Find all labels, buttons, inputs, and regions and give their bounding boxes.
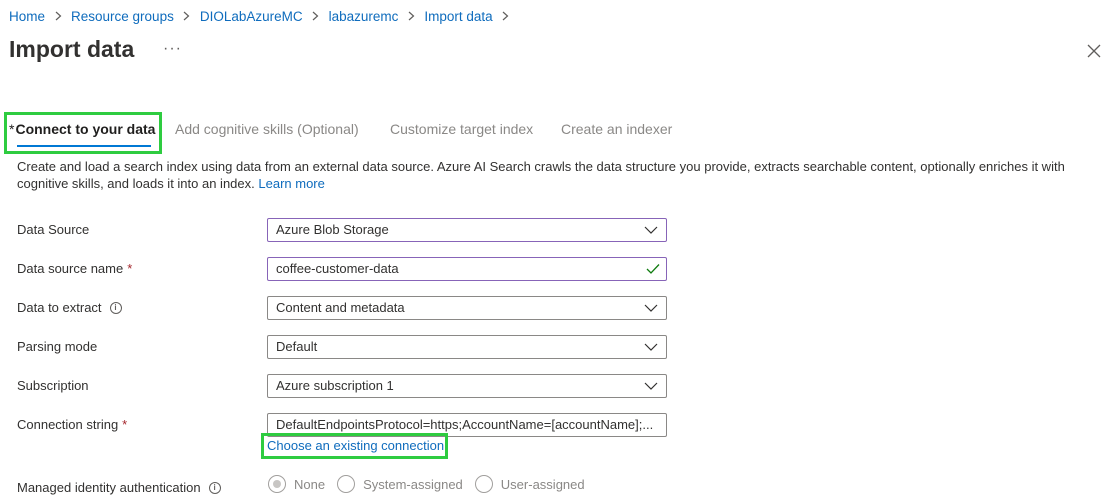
radio-label: User-assigned: [500, 476, 585, 492]
data-to-extract-value: Content and metadata: [276, 300, 405, 315]
managed-identity-label-text: Managed identity authentication: [17, 480, 201, 495]
connection-string-label: Connection string *: [17, 417, 127, 432]
data-source-label-text: Data Source: [17, 222, 90, 237]
data-source-dropdown[interactable]: Azure Blob Storage: [267, 218, 667, 242]
chevron-right-icon: [311, 8, 321, 24]
data-source-name-label-text: Data source name: [17, 261, 124, 276]
connection-string-label-text: Connection string: [17, 417, 119, 432]
connection-string-value: DefaultEndpointsProtocol=https;AccountNa…: [276, 417, 654, 432]
data-to-extract-dropdown[interactable]: Content and metadata: [267, 296, 667, 320]
tab-required-marker: *: [9, 121, 15, 137]
data-source-name-label: Data source name *: [17, 261, 132, 276]
data-to-extract-label: Data to extract i: [17, 300, 122, 315]
subscription-dropdown[interactable]: Azure subscription 1: [267, 374, 667, 398]
tab-create-indexer[interactable]: Create an indexer: [561, 121, 672, 137]
description-text: Create and load a search index using dat…: [17, 159, 1065, 191]
radio-none[interactable]: None: [268, 475, 325, 493]
radio-user-assigned[interactable]: User-assigned: [474, 475, 585, 493]
breadcrumb-import-data[interactable]: Import data: [424, 9, 492, 24]
data-source-name-value: coffee-customer-data: [276, 261, 399, 276]
chevron-down-icon: [644, 226, 658, 234]
chevron-down-icon: [644, 304, 658, 312]
parsing-mode-value: Default: [276, 339, 318, 354]
data-to-extract-label-text: Data to extract: [17, 300, 102, 315]
chevron-right-icon: [406, 8, 416, 24]
learn-more-link[interactable]: Learn more: [258, 176, 324, 191]
required-marker: *: [122, 417, 128, 432]
radio-label: System-assigned: [363, 476, 463, 492]
choose-existing-connection-link[interactable]: Choose an existing connection: [267, 438, 444, 453]
wizard-tabs: *Connect to your data Add cognitive skil…: [0, 112, 1110, 152]
breadcrumb-resource-groups[interactable]: Resource groups: [71, 9, 174, 24]
chevron-right-icon: [501, 8, 511, 24]
parsing-mode-label: Parsing mode: [17, 339, 97, 354]
subscription-label: Subscription: [17, 378, 89, 393]
data-source-label: Data Source: [17, 222, 89, 237]
info-icon[interactable]: i: [208, 481, 221, 494]
breadcrumb-search-service[interactable]: labazuremc: [329, 9, 399, 24]
tab-customize-target-index[interactable]: Customize target index: [390, 121, 533, 137]
chevron-right-icon: [182, 8, 192, 24]
parsing-mode-label-text: Parsing mode: [17, 339, 98, 354]
breadcrumb: Home Resource groups DIOLabAzureMC labaz…: [9, 8, 519, 24]
parsing-mode-dropdown[interactable]: Default: [267, 335, 667, 359]
chevron-right-icon: [53, 8, 63, 24]
description: Create and load a search index using dat…: [17, 158, 1092, 192]
radio-circle: [337, 475, 356, 493]
more-options-button[interactable]: ···: [163, 40, 182, 58]
chevron-down-icon: [644, 382, 658, 390]
close-icon[interactable]: [1085, 42, 1103, 60]
breadcrumb-resource-group[interactable]: DIOLabAzureMC: [200, 9, 303, 24]
checkmark-icon: [646, 264, 660, 274]
radio-system-assigned[interactable]: System-assigned: [337, 475, 463, 493]
tab-label: Connect to your data: [15, 121, 156, 137]
data-source-name-input[interactable]: coffee-customer-data: [267, 257, 667, 281]
radio-circle: [474, 475, 493, 493]
required-marker: *: [127, 261, 133, 276]
radio-circle: [268, 475, 286, 493]
data-source-value: Azure Blob Storage: [276, 222, 389, 237]
chevron-down-icon: [644, 343, 658, 351]
radio-label: None: [294, 476, 326, 492]
info-icon[interactable]: i: [109, 301, 122, 314]
managed-identity-radio-group: None System-assigned User-assigned: [268, 475, 597, 493]
page-title: Import data: [9, 36, 135, 62]
tab-connect-to-data[interactable]: *Connect to your data: [9, 121, 155, 137]
breadcrumb-home[interactable]: Home: [9, 9, 45, 24]
subscription-value: Azure subscription 1: [276, 378, 394, 393]
tab-add-cognitive-skills[interactable]: Add cognitive skills (Optional): [175, 121, 359, 137]
subscription-label-text: Subscription: [17, 378, 89, 393]
managed-identity-label: Managed identity authentication i: [17, 480, 221, 495]
active-tab-underline: [17, 145, 151, 147]
